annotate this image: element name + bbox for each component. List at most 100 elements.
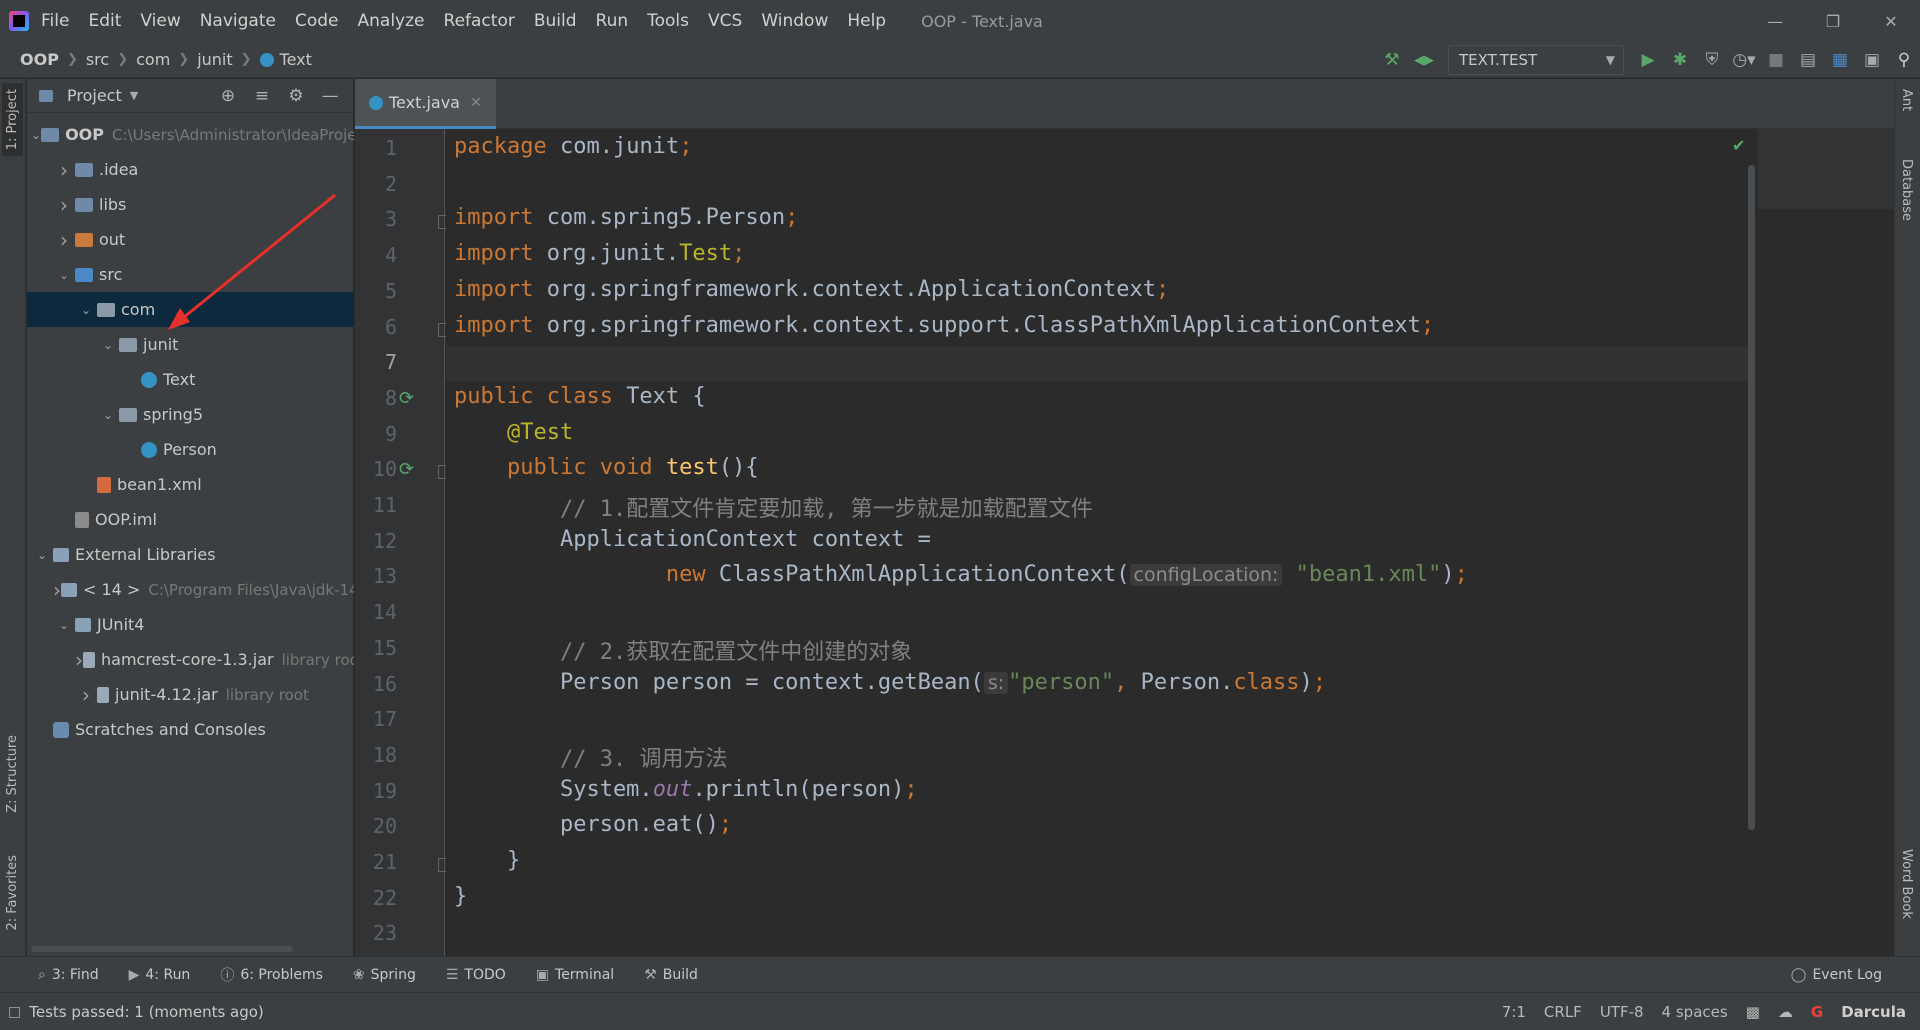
no-problems-check-icon[interactable]: ✔	[1732, 136, 1745, 155]
tab-structure[interactable]: Z: Structure	[2, 729, 23, 819]
menu-code[interactable]: Code	[295, 11, 339, 31]
tree-item[interactable]: › out	[27, 222, 354, 257]
hammer-icon[interactable]: ⚒	[1376, 44, 1408, 76]
tree-item[interactable]: › < 14 > C:\Program Files\Java\jdk-14	[27, 572, 354, 607]
ide-services-icon[interactable]: ☁	[1778, 1003, 1793, 1021]
menu-file[interactable]: File	[41, 11, 69, 31]
tool-window-3-find[interactable]: ⌕ 3: Find	[38, 967, 99, 983]
tab-ant[interactable]: Ant	[1899, 89, 1914, 111]
tree-item[interactable]: ⌄ OOP C:\Users\Administrator\IdeaProje	[27, 117, 354, 152]
expand-arrow-icon[interactable]: ⌄	[31, 548, 53, 562]
file-encoding[interactable]: UTF-8	[1600, 1003, 1644, 1021]
expand-arrow-icon[interactable]: ⌄	[53, 268, 75, 282]
menu-edit[interactable]: Edit	[88, 11, 121, 31]
tool-window-terminal[interactable]: ▣ Terminal	[536, 967, 614, 983]
vertical-scrollbar[interactable]	[1748, 165, 1755, 830]
tab-database[interactable]: Database	[1899, 159, 1914, 221]
menu-help[interactable]: Help	[847, 11, 886, 31]
menu-refactor[interactable]: Refactor	[444, 11, 515, 31]
expand-arrow-icon[interactable]: ›	[53, 228, 75, 252]
minimize-icon[interactable]: —	[1746, 0, 1804, 42]
expand-arrow-icon[interactable]: ›	[75, 683, 97, 707]
tree-item[interactable]: Scratches and Consoles	[27, 712, 354, 747]
restore-icon[interactable]: ❐	[1804, 0, 1862, 42]
expand-arrow-icon[interactable]: ⌄	[31, 128, 41, 142]
tab-favorites[interactable]: 2: Favorites	[2, 849, 23, 937]
expand-arrow-icon[interactable]: ›	[53, 158, 75, 182]
google-icon[interactable]: G	[1811, 1003, 1823, 1021]
tool-window-spring[interactable]: ❀ Spring	[353, 967, 416, 983]
menu-analyze[interactable]: Analyze	[358, 11, 425, 31]
breadcrumb-item[interactable]: Text	[259, 50, 312, 69]
tree-item[interactable]: › hamcrest-core-1.3.jar library roo	[27, 642, 354, 677]
tree-item[interactable]: › junit-4.12.jar library root	[27, 677, 354, 712]
status-message[interactable]: Tests passed: 1 (moments ago)	[29, 1003, 264, 1021]
menu-tools[interactable]: Tools	[647, 11, 689, 31]
breadcrumb-item[interactable]: OOP	[20, 50, 59, 69]
panel-toggle-icon[interactable]: □	[8, 1004, 21, 1020]
tool-window-build[interactable]: ⚒ Build	[644, 967, 698, 983]
expand-arrow-icon[interactable]: ›	[53, 193, 75, 217]
nav-back-forward-icon[interactable]: ◀▶	[1408, 44, 1440, 76]
locate-icon[interactable]: ⊕	[211, 86, 245, 106]
terminal-icon[interactable]: ▣	[1856, 44, 1888, 76]
chevron-down-icon[interactable]: ▼	[130, 89, 138, 102]
menu-run[interactable]: Run	[596, 11, 629, 31]
expand-arrow-icon[interactable]: ⌄	[53, 618, 75, 632]
menu-navigate[interactable]: Navigate	[200, 11, 276, 31]
code-minimap[interactable]	[1758, 129, 1894, 209]
expand-arrow-icon[interactable]: ⌄	[97, 408, 119, 422]
tree-item[interactable]: ⌄ JUnit4	[27, 607, 354, 642]
tree-item[interactable]: › .idea	[27, 152, 354, 187]
stop-icon[interactable]: ■	[1760, 44, 1792, 76]
expand-arrow-icon[interactable]: ⌄	[97, 338, 119, 352]
editor-gutter[interactable]: 1 2 3 4 5 6 7 8 ⟳ 9 10 ⟳ 11 12 13 14 15 16 17 18 19 20 21 22 23	[355, 129, 450, 956]
close-icon[interactable]: ✕	[1862, 0, 1920, 42]
run-configuration-select[interactable]: TEXT.TEST ▼	[1448, 45, 1624, 75]
tree-item[interactable]: ⌄ spring5	[27, 397, 354, 432]
tab-text-java[interactable]: Text.java ✕	[355, 79, 496, 129]
hide-panel-icon[interactable]: —	[313, 86, 347, 106]
tool-window-4-run[interactable]: ▶ 4: Run	[129, 967, 191, 983]
menu-view[interactable]: View	[140, 11, 180, 31]
indent-setting[interactable]: 4 spaces	[1662, 1003, 1728, 1021]
close-tab-icon[interactable]: ✕	[470, 95, 482, 111]
project-structure-icon[interactable]: ▤	[1792, 44, 1824, 76]
breadcrumb-item[interactable]: src	[86, 50, 109, 69]
tree-item[interactable]: ⌄ External Libraries	[27, 537, 354, 572]
tree-item[interactable]: Person	[27, 432, 354, 467]
tree-item[interactable]: OOP.iml	[27, 502, 354, 537]
menu-vcs[interactable]: VCS	[708, 11, 742, 31]
run-icon[interactable]: ▶	[1632, 44, 1664, 76]
tree-item[interactable]: › libs	[27, 187, 354, 222]
translate-icon[interactable]: ▦	[1824, 44, 1856, 76]
profile-icon[interactable]: ◷▾	[1728, 44, 1760, 76]
run-test-gutter-icon[interactable]: ⟳	[399, 388, 419, 409]
tab-word-book[interactable]: Word Book	[1899, 849, 1914, 919]
tree-item[interactable]: ⌄ junit	[27, 327, 354, 362]
breadcrumb-item[interactable]: com	[136, 50, 170, 69]
search-icon[interactable]: ⚲	[1888, 44, 1920, 76]
expand-arrow-icon[interactable]: ›	[75, 648, 83, 672]
menu-window[interactable]: Window	[761, 11, 828, 31]
breadcrumb-item[interactable]: junit	[197, 50, 232, 69]
tree-item[interactable]: bean1.xml	[27, 467, 354, 502]
event-log-button[interactable]: ◯ Event Log	[1791, 967, 1882, 983]
tree-item[interactable]: Text	[27, 362, 354, 397]
lock-icon[interactable]: ▩	[1746, 1003, 1760, 1021]
caret-position[interactable]: 7:1	[1502, 1003, 1526, 1021]
code-editor[interactable]: package com.junit; import com.spring5.Per…	[446, 129, 1750, 956]
tree-item[interactable]: ⌄ src	[27, 257, 354, 292]
tab-project[interactable]: 1: Project	[2, 83, 23, 157]
debug-icon[interactable]: ✱	[1664, 44, 1696, 76]
menu-build[interactable]: Build	[534, 11, 577, 31]
run-test-gutter-icon[interactable]: ⟳	[399, 459, 419, 480]
line-separator[interactable]: CRLF	[1544, 1003, 1582, 1021]
gear-icon[interactable]: ⚙	[279, 86, 313, 106]
coverage-icon[interactable]: ⛨	[1696, 44, 1728, 76]
project-view-selector[interactable]: Project	[67, 86, 122, 105]
expand-arrow-icon[interactable]: ⌄	[75, 303, 97, 317]
collapse-all-icon[interactable]: ≡	[245, 86, 279, 106]
horizontal-scrollbar[interactable]	[31, 946, 293, 952]
tool-window-6-problems[interactable]: ⓘ 6: Problems	[220, 965, 323, 985]
